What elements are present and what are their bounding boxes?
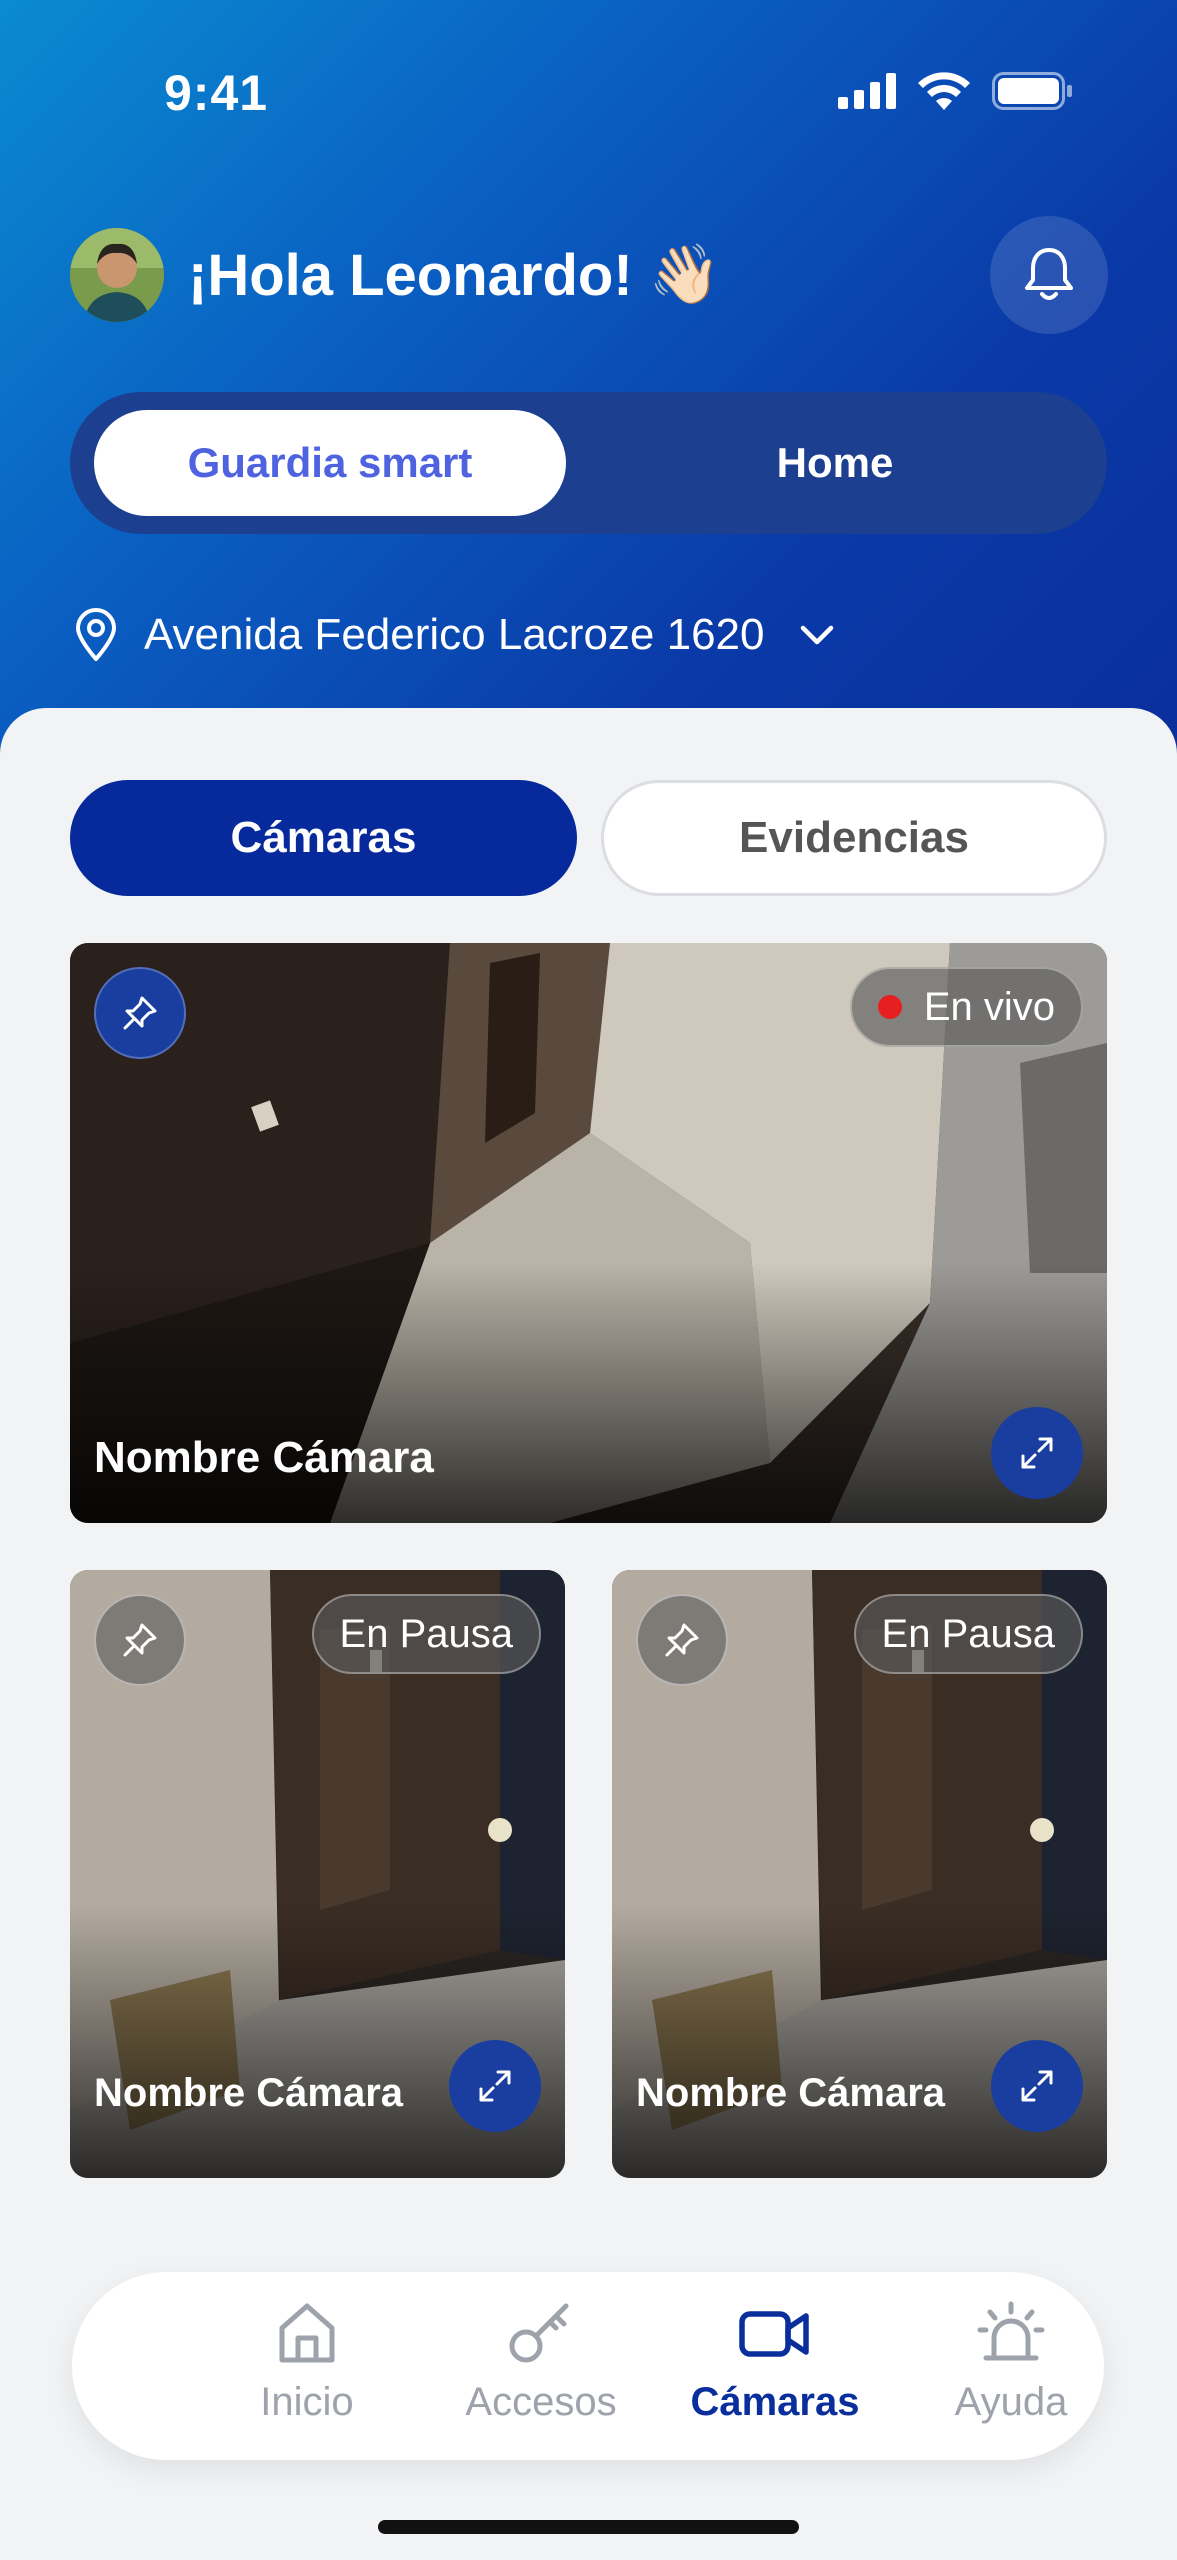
pin-icon xyxy=(665,1623,699,1657)
nav-label: Inicio xyxy=(260,2380,354,2424)
location-address: Avenida Federico Lacroze 1620 xyxy=(144,610,765,659)
alarm-light-icon xyxy=(977,2301,1045,2361)
camera-name: Nombre Cámara xyxy=(636,2071,946,2115)
wave-hand-icon: 👋🏻 xyxy=(648,242,721,307)
expand-button[interactable] xyxy=(449,2040,541,2132)
wifi-icon xyxy=(918,72,970,110)
video-camera-icon xyxy=(739,2311,809,2357)
expand-icon xyxy=(1021,1437,1053,1469)
status-badge: En Pausa xyxy=(311,1594,541,1674)
greeting-row: ¡Hola Leonardo! 👋🏻 xyxy=(70,228,721,322)
camera-card[interactable]: En Pausa Nombre Cámara xyxy=(612,1570,1107,2178)
segment-guardia-smart[interactable]: Guardia smart xyxy=(94,410,566,516)
cellular-signal-icon xyxy=(838,73,896,109)
service-segmented-control: Guardia smart Home xyxy=(70,392,1107,534)
greeting-text: ¡Hola Leonardo! xyxy=(188,242,633,308)
location-selector[interactable]: Avenida Federico Lacroze 1620 xyxy=(72,600,835,670)
home-indicator xyxy=(378,2520,799,2534)
status-badge-label: En Pausa xyxy=(881,1611,1055,1656)
tab-camaras[interactable]: Cámaras xyxy=(70,780,577,896)
status-badge-label: En vivo xyxy=(923,984,1055,1029)
notifications-button[interactable] xyxy=(990,216,1108,334)
tab-evidencias[interactable]: Evidencias xyxy=(601,780,1107,896)
expand-icon xyxy=(479,2070,511,2102)
expand-icon xyxy=(1021,2070,1053,2102)
nav-item-accesos[interactable]: Accesos xyxy=(421,2300,661,2440)
image-gradient-overlay xyxy=(70,1262,1107,1523)
nav-label: Ayuda xyxy=(954,2380,1068,2424)
nav-label: Accesos xyxy=(465,2380,617,2424)
camera-card[interactable]: En Pausa Nombre Cámara xyxy=(70,1570,565,2178)
camera-name: Nombre Cámara xyxy=(94,2071,404,2115)
bell-icon xyxy=(1025,248,1073,300)
live-dot-icon xyxy=(877,995,902,1019)
status-badge: En vivo xyxy=(849,967,1083,1047)
pin-icon xyxy=(123,996,157,1030)
nav-label: Cámaras xyxy=(690,2380,860,2424)
pin-button[interactable] xyxy=(636,1594,728,1686)
bottom-navigation: Inicio Accesos Cámaras Ayuda xyxy=(72,2272,1104,2460)
expand-button[interactable] xyxy=(991,1407,1083,1499)
nav-item-inicio[interactable]: Inicio xyxy=(187,2300,427,2440)
chevron-down-icon xyxy=(800,625,833,645)
status-badge: En Pausa xyxy=(853,1594,1083,1674)
pin-icon xyxy=(123,1623,157,1657)
header-background: 9:41 ¡Hola Leonardo! 👋🏻 Guardia smart Ho… xyxy=(0,0,1177,760)
status-bar: 9:41 xyxy=(0,64,1177,124)
camera-card[interactable]: En vivo Nombre Cámara xyxy=(70,943,1107,1523)
home-icon xyxy=(279,2303,335,2363)
battery-icon xyxy=(992,72,1072,110)
expand-button[interactable] xyxy=(991,2040,1083,2132)
status-badge-label: En Pausa xyxy=(339,1611,513,1656)
key-icon xyxy=(509,2303,569,2363)
pin-button[interactable] xyxy=(94,1594,186,1686)
status-icons xyxy=(838,72,1072,110)
nav-item-camaras[interactable]: Cámaras xyxy=(655,2300,895,2440)
camera-name: Nombre Cámara xyxy=(94,1433,434,1482)
nav-item-ayuda[interactable]: Ayuda xyxy=(891,2300,1131,2440)
location-pin-icon xyxy=(76,608,116,661)
status-time: 9:41 xyxy=(164,65,269,121)
pin-button[interactable] xyxy=(94,967,186,1059)
avatar[interactable] xyxy=(70,228,164,322)
segment-home[interactable]: Home xyxy=(590,410,1080,516)
